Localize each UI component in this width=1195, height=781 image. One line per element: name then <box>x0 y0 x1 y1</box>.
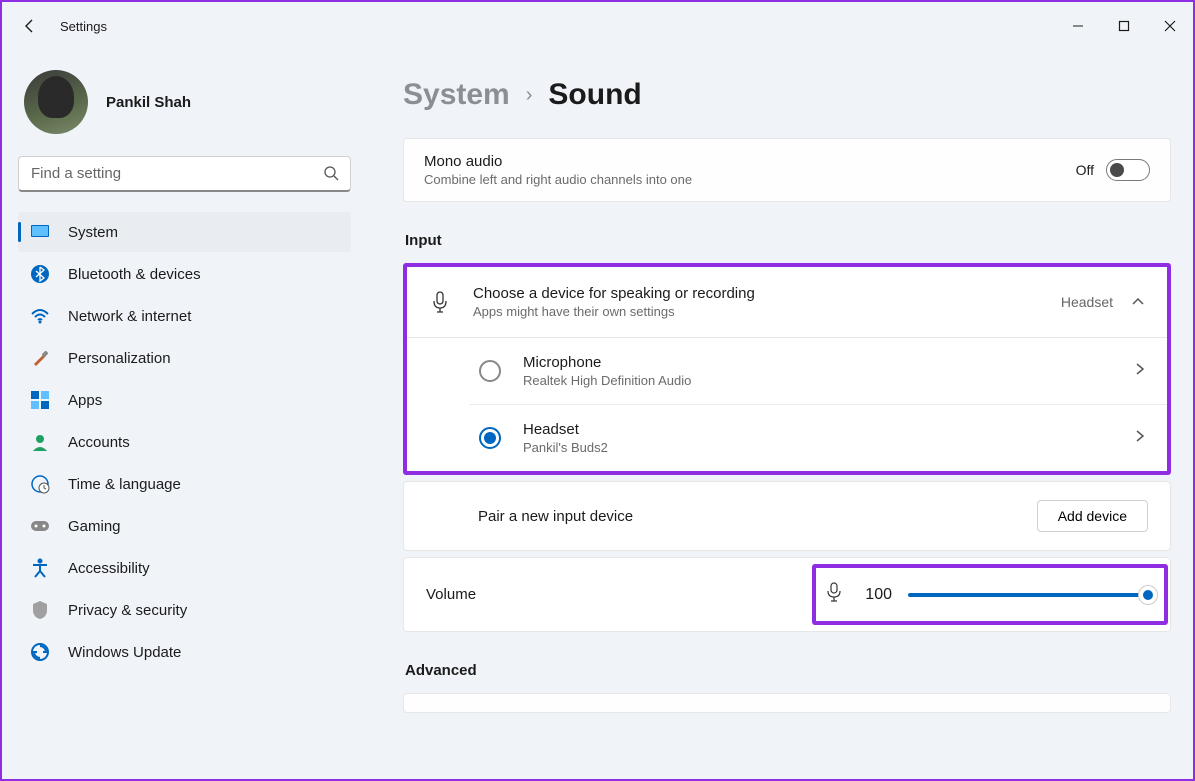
system-icon <box>30 222 50 242</box>
choose-subtitle: Apps might have their own settings <box>473 304 1039 319</box>
input-devices-group: Choose a device for speaking or recordin… <box>407 267 1167 471</box>
chevron-right-icon <box>1135 362 1145 381</box>
input-devices-highlight: Choose a device for speaking or recordin… <box>403 263 1171 475</box>
close-button[interactable] <box>1147 10 1193 42</box>
minimize-button[interactable] <box>1055 10 1101 42</box>
sidebar-item-label: Time & language <box>68 476 181 493</box>
sidebar-item-label: Bluetooth & devices <box>68 266 201 283</box>
apps-icon <box>30 390 50 410</box>
chevron-right-icon <box>1135 429 1145 448</box>
slider-thumb[interactable] <box>1139 586 1157 604</box>
mono-state: Off <box>1076 162 1094 178</box>
sidebar-item-windows-update[interactable]: Windows Update <box>18 632 351 672</box>
sidebar-item-personalization[interactable]: Personalization <box>18 338 351 378</box>
search-input[interactable] <box>18 156 351 192</box>
brush-icon <box>30 348 50 368</box>
sidebar-item-apps[interactable]: Apps <box>18 380 351 420</box>
add-device-button[interactable]: Add device <box>1037 500 1148 532</box>
sidebar-item-gaming[interactable]: Gaming <box>18 506 351 546</box>
accessibility-icon <box>30 558 50 578</box>
wifi-icon <box>30 306 50 326</box>
advanced-card[interactable] <box>403 693 1171 713</box>
search-icon <box>323 165 339 186</box>
chevron-right-icon: › <box>526 84 533 107</box>
profile[interactable]: Pankil Shah <box>18 60 351 156</box>
mono-title: Mono audio <box>424 153 692 170</box>
update-icon <box>30 642 50 662</box>
page-title: Sound <box>548 78 641 112</box>
chevron-up-icon <box>1131 294 1145 310</box>
microphone-icon <box>429 291 451 313</box>
sidebar-item-system[interactable]: System <box>18 212 351 252</box>
sidebar-item-label: Network & internet <box>68 308 191 325</box>
microphone-icon <box>826 582 842 607</box>
radio-unchecked[interactable] <box>479 360 501 382</box>
app-title: Settings <box>60 19 107 34</box>
pair-device-row: Pair a new input device Add device <box>403 481 1171 551</box>
window-controls <box>1055 10 1193 42</box>
sidebar-item-label: Accounts <box>68 434 130 451</box>
avatar <box>24 70 88 134</box>
choose-device-header[interactable]: Choose a device for speaking or recordin… <box>407 267 1167 337</box>
search <box>18 156 351 192</box>
gamepad-icon <box>30 516 50 536</box>
titlebar: Settings <box>2 2 1193 50</box>
input-section-label: Input <box>405 232 1171 249</box>
device-desc: Pankil's Buds2 <box>523 440 1113 455</box>
bluetooth-icon <box>30 264 50 284</box>
device-name: Microphone <box>523 354 1113 371</box>
breadcrumb: System › Sound <box>403 78 1171 112</box>
mono-audio-card[interactable]: Mono audio Combine left and right audio … <box>403 138 1171 202</box>
advanced-section-label: Advanced <box>405 662 1171 679</box>
mono-toggle[interactable] <box>1106 159 1150 181</box>
sidebar-item-label: Apps <box>68 392 102 409</box>
device-desc: Realtek High Definition Audio <box>523 373 1113 388</box>
radio-checked[interactable] <box>479 427 501 449</box>
sidebar-item-bluetooth[interactable]: Bluetooth & devices <box>18 254 351 294</box>
breadcrumb-parent[interactable]: System <box>403 78 510 112</box>
pair-label: Pair a new input device <box>478 508 633 525</box>
maximize-button[interactable] <box>1101 10 1147 42</box>
sidebar-item-label: Personalization <box>68 350 171 367</box>
mono-subtitle: Combine left and right audio channels in… <box>424 172 692 187</box>
volume-slider[interactable] <box>908 593 1148 597</box>
shield-icon <box>30 600 50 620</box>
nav: System Bluetooth & devices Network & int… <box>18 212 351 672</box>
sidebar-item-label: Gaming <box>68 518 121 535</box>
input-device-microphone[interactable]: Microphone Realtek High Definition Audio <box>469 338 1167 405</box>
username: Pankil Shah <box>106 94 191 111</box>
sidebar-item-accessibility[interactable]: Accessibility <box>18 548 351 588</box>
sidebar-item-label: System <box>68 224 118 241</box>
sidebar-item-time-language[interactable]: Time & language <box>18 464 351 504</box>
volume-label: Volume <box>426 586 476 603</box>
sidebar-item-label: Accessibility <box>68 560 150 577</box>
sidebar: Pankil Shah System Bluetooth & devices N… <box>2 50 367 779</box>
volume-value: 100 <box>858 586 892 604</box>
input-volume-card: Volume 100 <box>403 557 1171 632</box>
input-device-headset[interactable]: Headset Pankil's Buds2 <box>469 405 1167 471</box>
back-button[interactable] <box>20 16 40 36</box>
choose-title: Choose a device for speaking or recordin… <box>473 285 1039 302</box>
sidebar-item-label: Privacy & security <box>68 602 187 619</box>
main-content: System › Sound Mono audio Combine left a… <box>367 50 1193 779</box>
sidebar-item-network[interactable]: Network & internet <box>18 296 351 336</box>
selected-device: Headset <box>1061 294 1113 310</box>
person-icon <box>30 432 50 452</box>
sidebar-item-privacy[interactable]: Privacy & security <box>18 590 351 630</box>
sidebar-item-label: Windows Update <box>68 644 181 661</box>
sidebar-item-accounts[interactable]: Accounts <box>18 422 351 462</box>
globe-clock-icon <box>30 474 50 494</box>
device-name: Headset <box>523 421 1113 438</box>
